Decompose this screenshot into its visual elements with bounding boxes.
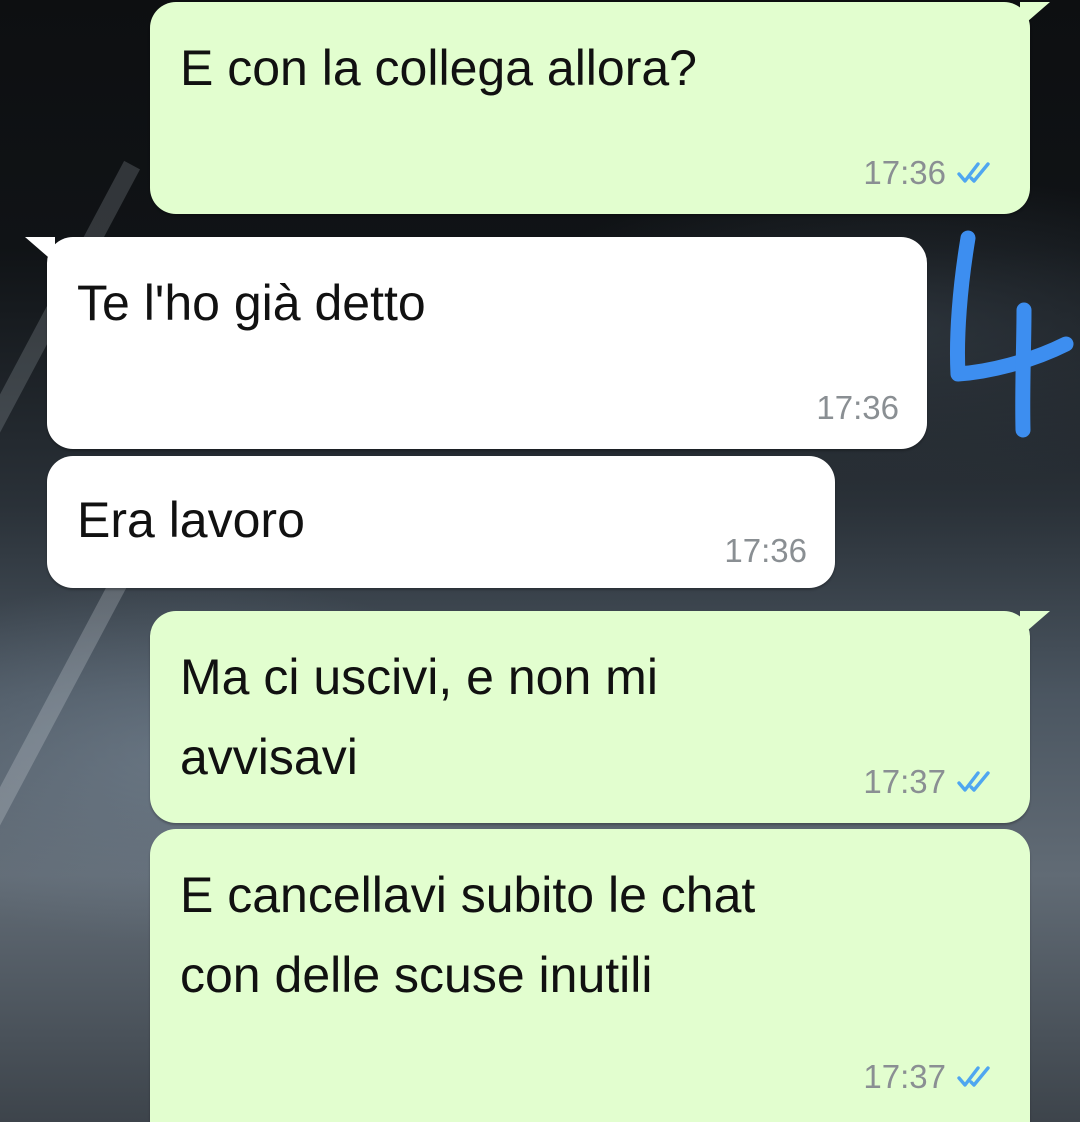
bubble-tail [1020,611,1050,637]
message-time: 17:37 [863,763,946,800]
message-time: 17:36 [724,532,807,569]
message-time: 17:36 [816,389,899,426]
message-meta: 17:37 [863,763,1002,801]
message-meta: 17:36 [816,389,899,427]
message-bubble-outgoing[interactable]: Ma ci uscivi, e non mi avvisavi 17:37 [150,611,1050,823]
message-meta: 17:36 [863,154,1002,192]
message-bubble-incoming[interactable]: Te l'ho già detto 17:36 [25,237,927,449]
message-bubble-outgoing[interactable]: E con la collega allora? 17:36 [150,2,1050,214]
message-time: 17:36 [863,154,946,191]
message-text: E con la collega allora? [180,40,697,96]
message-time: 17:37 [863,1058,946,1095]
message-bubble-incoming[interactable]: Era lavoro 17:36 [47,456,835,588]
read-ticks-icon [957,1066,990,1087]
message-meta: 17:36 [724,532,807,570]
message-text: Te l'ho già detto [77,275,426,331]
bubble-tail [25,237,55,263]
message-text: Era lavoro [77,492,305,548]
message-meta: 17:37 [863,1058,1002,1096]
read-ticks-icon [957,771,990,792]
bubble-tail [1020,2,1050,28]
read-ticks-icon [957,162,990,183]
message-text: Ma ci uscivi, e non mi avvisavi [180,649,658,785]
message-text: E cancellavi subito le chat con delle sc… [180,867,756,1003]
message-bubble-outgoing[interactable]: E cancellavi subito le chat con delle sc… [150,829,1030,1122]
annotation-four-icon: 4 [949,230,1074,438]
